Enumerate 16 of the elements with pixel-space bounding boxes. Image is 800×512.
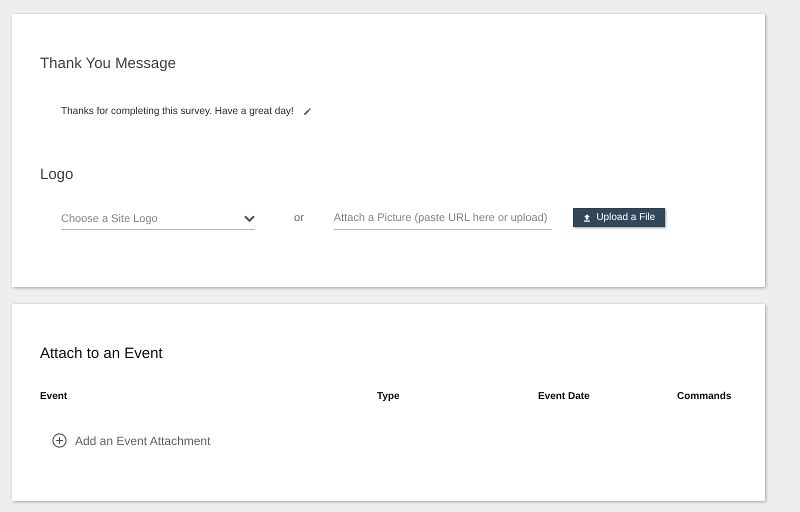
column-header: Commands	[677, 391, 732, 402]
chevron-down-icon	[244, 214, 255, 222]
column-header: Type	[377, 391, 401, 402]
section-title: Thank You Message	[40, 54, 177, 74]
upload-icon	[582, 212, 592, 222]
column-header: Event	[40, 391, 68, 402]
section-title: Logo	[40, 165, 74, 185]
column-header: Event Date	[538, 391, 591, 402]
upload-button[interactable]: Upload a File	[572, 208, 665, 227]
plus-circle-icon	[52, 433, 67, 448]
logo-select[interactable]: Choose a Site Logo	[61, 208, 255, 230]
add-event-attachment-button[interactable]: Add an Event Attachment	[52, 433, 210, 448]
thank-you-message: Thanks for completing this survey. Have a great day!	[61, 106, 294, 117]
section-title: Attach to an Event	[40, 344, 164, 364]
or-label: or	[294, 212, 304, 226]
edit-icon[interactable]	[302, 107, 312, 116]
